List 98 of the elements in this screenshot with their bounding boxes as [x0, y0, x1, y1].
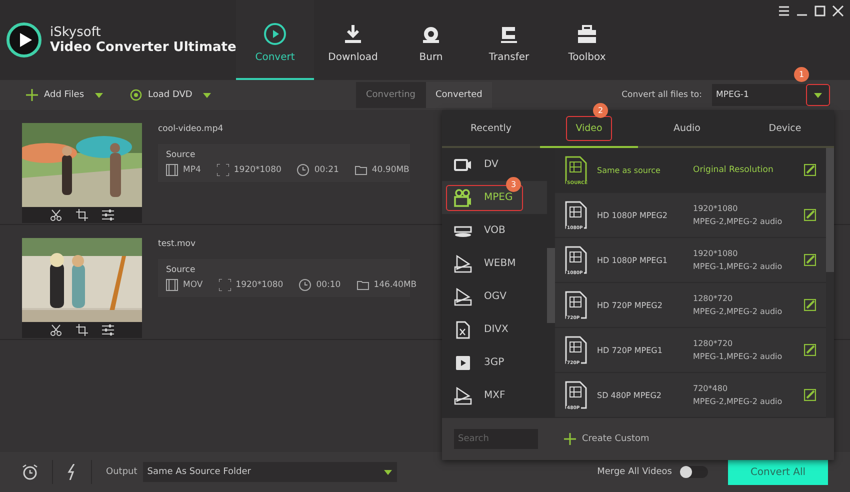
- duration-text: 00:21: [314, 165, 339, 175]
- brand-name: iSkysoft: [50, 25, 102, 40]
- format-category[interactable]: WEBM: [442, 247, 547, 280]
- expand-icon: [216, 164, 229, 176]
- resolution-text: 1920*1080: [234, 165, 282, 175]
- size-text: 146.40MB: [374, 280, 417, 290]
- format-tab[interactable]: Device: [736, 110, 834, 148]
- format-tab[interactable]: Recently: [442, 110, 540, 148]
- format-text: MP4: [183, 165, 201, 175]
- maximize-icon[interactable]: [814, 5, 826, 17]
- nav-tab[interactable]: Transfer: [470, 0, 548, 80]
- clock-icon: [299, 279, 312, 291]
- play-file-icon: [454, 386, 472, 404]
- convert-all-button[interactable]: Convert All: [728, 459, 828, 485]
- file-name: cool-video.mp4: [158, 124, 224, 134]
- format-dropdown[interactable]: MPEG-1: [712, 84, 830, 106]
- scissors-icon[interactable]: [50, 209, 62, 221]
- nav-tab[interactable]: Download: [314, 0, 392, 80]
- sliders-icon[interactable]: [102, 209, 114, 221]
- preset-codec: MPEG-1,MPEG-2 audio: [693, 262, 784, 271]
- document-icon: [454, 320, 472, 338]
- play-icon: [454, 354, 472, 372]
- preset-resolution: 1280*720: [693, 339, 734, 348]
- convert-all-label: Convert all files to:: [622, 90, 702, 100]
- search-field[interactable]: Search: [454, 429, 538, 449]
- merge-toggle[interactable]: [680, 466, 708, 478]
- format-category[interactable]: VOB: [442, 214, 547, 247]
- preset-name: HD 1080P MPEG1: [597, 256, 669, 264]
- edit-icon[interactable]: [804, 389, 816, 401]
- create-custom-button[interactable]: Create Custom: [582, 434, 650, 444]
- preset-name: Same as source: [597, 166, 662, 174]
- caret-icon[interactable]: [202, 92, 212, 98]
- caret-icon: [383, 468, 394, 476]
- preset-name: HD 1080P MPEG2: [597, 210, 669, 220]
- resolution-text: 1920*1080: [236, 280, 284, 290]
- alarm-clock-icon[interactable]: [22, 464, 38, 480]
- clock-icon: [297, 164, 310, 176]
- close-icon[interactable]: [832, 5, 844, 17]
- duration-text: 00:10: [316, 280, 341, 290]
- folder-icon: [356, 279, 369, 291]
- view-tab[interactable]: Converted: [426, 82, 492, 108]
- source-label: Source: [166, 265, 196, 275]
- crop-icon[interactable]: [76, 324, 88, 336]
- merge-label: Merge All Videos: [597, 467, 672, 477]
- edit-icon[interactable]: [804, 299, 816, 311]
- format-category[interactable]: DIVX: [442, 313, 547, 346]
- preset-name: HD 720P MPEG2: [597, 300, 664, 310]
- sliders-icon[interactable]: [102, 324, 114, 336]
- preset-name: SD 480P MPEG2: [597, 390, 662, 400]
- edit-icon[interactable]: [804, 344, 816, 356]
- plus-icon: [564, 433, 576, 445]
- preset-codec: MPEG-2,MPEG-2 audio: [693, 397, 784, 406]
- nav-tab[interactable]: Burn: [392, 0, 470, 80]
- preset-resolution: 1920*1080: [693, 204, 739, 213]
- preset-resolution: 1280*720: [693, 294, 734, 303]
- edit-icon[interactable]: [804, 209, 816, 221]
- film-icon: [166, 279, 178, 291]
- add-files-button[interactable]: Add Files: [44, 90, 84, 100]
- play-file-icon: [454, 254, 472, 272]
- source-label: Source: [166, 150, 196, 160]
- format-category[interactable]: OGV: [442, 280, 547, 313]
- format-tab[interactable]: Audio: [638, 110, 736, 148]
- caret-icon[interactable]: [94, 92, 104, 98]
- preset-codec: MPEG-2,MPEG-2 audio: [693, 307, 784, 316]
- output-dropdown[interactable]: Same As Source Folder: [143, 462, 398, 482]
- format-text: MOV: [183, 280, 203, 290]
- caret-icon[interactable]: [813, 92, 823, 98]
- preset-name: HD 720P MPEG1: [597, 346, 664, 354]
- expand-icon: [218, 279, 231, 291]
- film-camera-icon: [454, 188, 472, 206]
- plus-icon: [26, 89, 38, 101]
- file-name: test.mov: [158, 239, 197, 249]
- lightning-icon[interactable]: [67, 464, 77, 480]
- preset-resolution: 720*480: [693, 384, 729, 393]
- scissors-icon[interactable]: [50, 324, 62, 336]
- format-category[interactable]: MXF: [442, 379, 547, 412]
- view-tab[interactable]: Converting: [356, 82, 426, 108]
- product-name: Video Converter Ultimate: [50, 40, 236, 55]
- disc-icon: [130, 89, 142, 101]
- nav-tab[interactable]: Toolbox: [548, 0, 626, 80]
- size-text: 40.90MB: [372, 165, 410, 175]
- preset-codec: MPEG-1,MPEG-2 audio: [693, 352, 784, 361]
- play-circle-icon: [263, 22, 287, 46]
- play-logo-icon: [6, 22, 42, 58]
- menu-icon[interactable]: [778, 5, 790, 17]
- folder-icon: [354, 164, 367, 176]
- preset-detail: Original Resolution: [693, 165, 774, 175]
- scrollbar[interactable]: [826, 148, 834, 418]
- load-dvd-button[interactable]: Load DVD: [148, 90, 192, 100]
- output-label: Output: [106, 467, 138, 477]
- edit-icon[interactable]: [804, 254, 816, 266]
- preset-codec: MPEG-2,MPEG-2 audio: [693, 217, 784, 226]
- format-category[interactable]: 3GP: [442, 346, 547, 379]
- film-icon: [166, 164, 178, 176]
- crop-icon[interactable]: [76, 209, 88, 221]
- play-file-icon: [454, 288, 472, 306]
- edit-icon[interactable]: [804, 164, 816, 176]
- preset-resolution: 1920*1080: [693, 249, 739, 258]
